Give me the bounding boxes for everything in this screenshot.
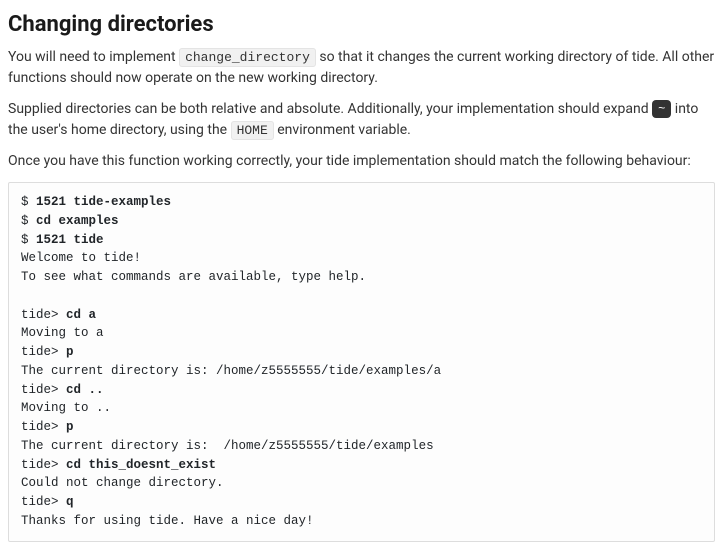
terminal-line <box>21 287 702 306</box>
code-home-var: HOME <box>231 121 274 140</box>
terminal-line: tide> cd a <box>21 306 702 325</box>
paragraph-behaviour: Once you have this function working corr… <box>8 151 715 172</box>
text-segment: Supplied directories can be both relativ… <box>8 101 652 117</box>
terminal-line: The current directory is: /home/z5555555… <box>21 437 702 456</box>
terminal-line: To see what commands are available, type… <box>21 268 702 287</box>
paragraph-intro: You will need to implement change_direct… <box>8 47 715 89</box>
terminal-line: Moving to a <box>21 324 702 343</box>
text-segment: You will need to implement <box>8 49 179 65</box>
terminal-line: tide> cd .. <box>21 381 702 400</box>
terminal-line: Could not change directory. <box>21 474 702 493</box>
terminal-line: $ 1521 tide <box>21 231 702 250</box>
code-change-directory: change_directory <box>179 48 316 67</box>
tilde-key-badge: ~ <box>652 100 671 118</box>
terminal-output: $ 1521 tide-examples$ cd examples$ 1521 … <box>8 182 715 542</box>
terminal-line: Thanks for using tide. Have a nice day! <box>21 512 702 531</box>
terminal-line: Moving to .. <box>21 399 702 418</box>
terminal-line: Welcome to tide! <box>21 249 702 268</box>
terminal-line: tide> p <box>21 343 702 362</box>
text-segment: environment variable. <box>274 122 411 138</box>
terminal-line: The current directory is: /home/z5555555… <box>21 362 702 381</box>
terminal-line: tide> cd this_doesnt_exist <box>21 456 702 475</box>
terminal-line: tide> p <box>21 418 702 437</box>
section-heading: Changing directories <box>8 8 715 41</box>
paragraph-details: Supplied directories can be both relativ… <box>8 99 715 141</box>
terminal-line: $ 1521 tide-examples <box>21 193 702 212</box>
terminal-line: $ cd examples <box>21 212 702 231</box>
